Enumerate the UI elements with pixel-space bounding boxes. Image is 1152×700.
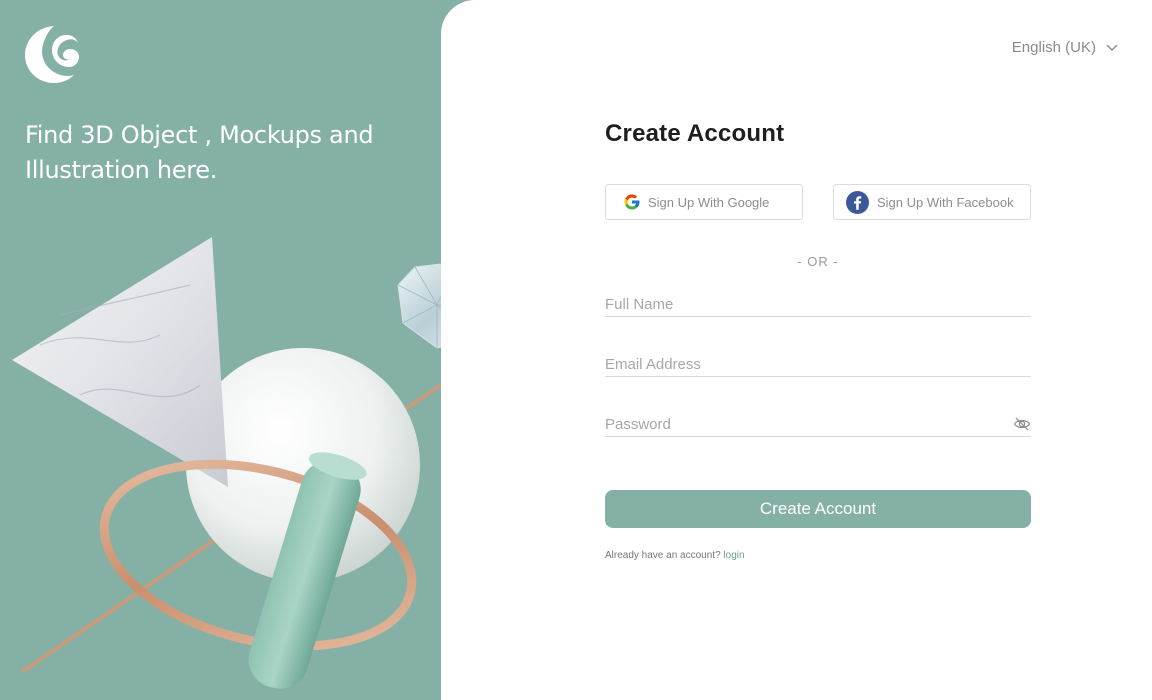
full-name-field bbox=[605, 293, 1031, 317]
password-field bbox=[605, 413, 1031, 437]
email-input[interactable] bbox=[605, 353, 1031, 376]
tagline: Find 3D Object , Mockups and Illustratio… bbox=[25, 118, 425, 188]
google-signup-label: Sign Up With Google bbox=[648, 194, 770, 210]
crescent-logo-icon bbox=[25, 26, 79, 83]
facebook-signup-button[interactable]: Sign Up With Facebook bbox=[833, 184, 1031, 220]
or-divider: - OR - bbox=[797, 254, 839, 269]
google-icon bbox=[624, 194, 640, 210]
facebook-signup-label: Sign Up With Facebook bbox=[877, 194, 1014, 210]
facebook-icon bbox=[846, 190, 869, 214]
login-link[interactable]: login bbox=[723, 550, 744, 561]
signup-form: Create Account Sign Up With Google Sign … bbox=[605, 120, 1031, 561]
language-label: English (UK) bbox=[1011, 39, 1096, 56]
full-name-input[interactable] bbox=[605, 293, 1031, 316]
google-signup-button[interactable]: Sign Up With Google bbox=[605, 184, 803, 220]
create-account-button[interactable]: Create Account bbox=[605, 490, 1031, 528]
email-field bbox=[605, 353, 1031, 377]
password-input[interactable] bbox=[605, 413, 1031, 436]
tagline-line-1: Find 3D Object , Mockups and bbox=[25, 121, 374, 149]
chevron-down-icon bbox=[1106, 44, 1118, 51]
signup-panel: English (UK) Create Account Sign Up With… bbox=[441, 0, 1152, 700]
language-selector[interactable]: English (UK) bbox=[1012, 39, 1118, 56]
tagline-line-2: Illustration here. bbox=[25, 156, 218, 184]
login-prompt: Already have an account? login bbox=[605, 550, 745, 561]
3d-illustration bbox=[12, 237, 488, 689]
login-prompt-text: Already have an account? bbox=[605, 550, 721, 561]
eye-hidden-icon[interactable] bbox=[1013, 416, 1031, 432]
page-title: Create Account bbox=[605, 120, 785, 147]
brand-panel: Find 3D Object , Mockups and Illustratio… bbox=[0, 0, 488, 700]
social-buttons: Sign Up With Google Sign Up With Faceboo… bbox=[605, 184, 1031, 220]
